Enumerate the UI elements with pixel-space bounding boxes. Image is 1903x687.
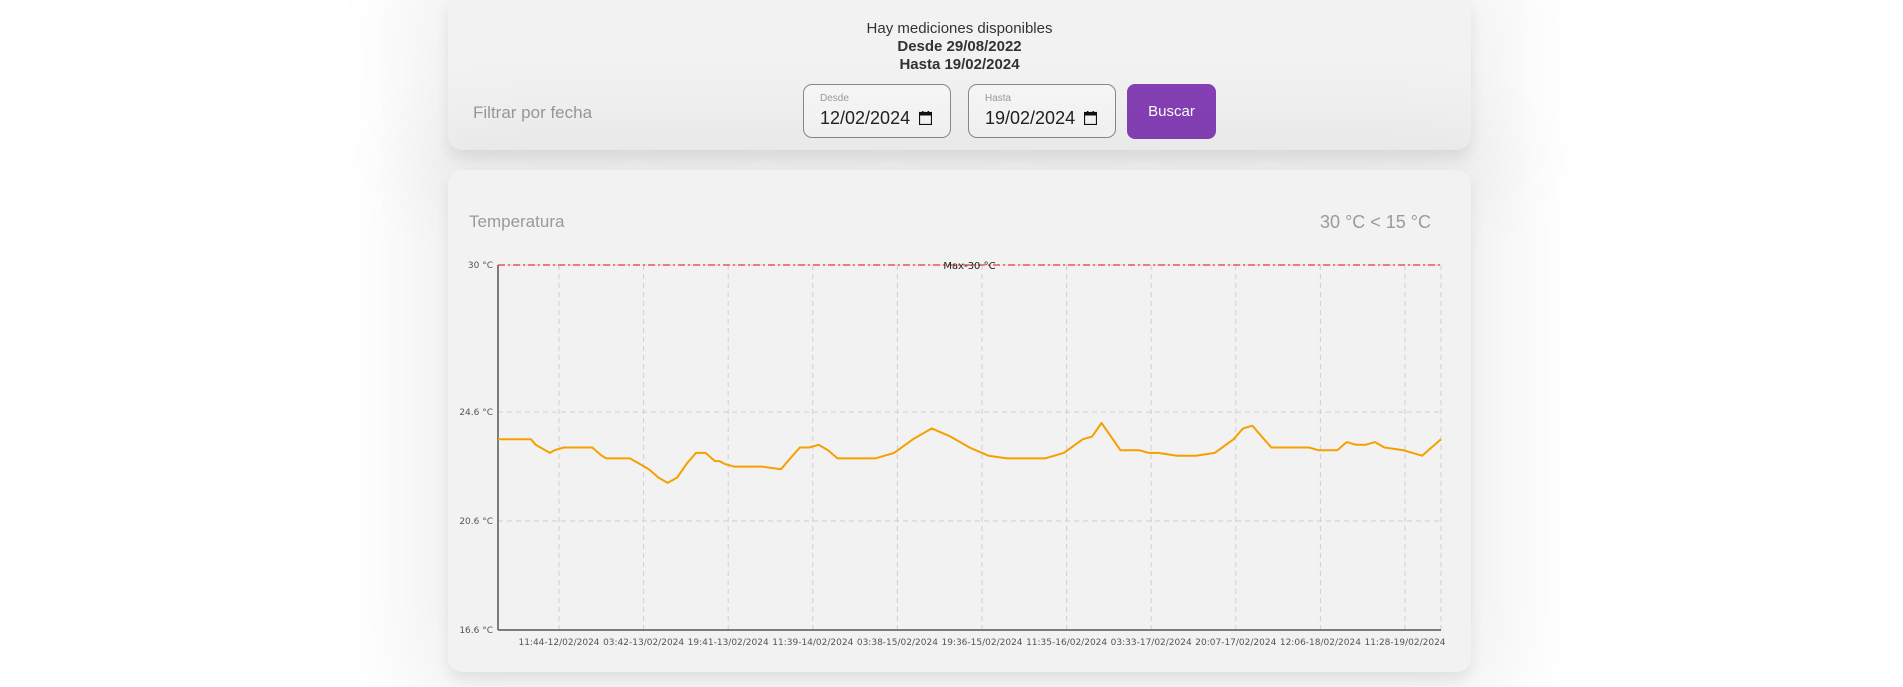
to-date-input[interactable]: Hasta 19/02/2024 [968,84,1116,138]
temperature-chart: 30 °C 24.6 °C 20.6 °C 16.6 °C 11:44-12/02/20… [459,261,1445,648]
x-tick-label: 11:28-19/02/2024 [1364,638,1445,648]
temperature-chart-card: Temperatura 30 °C < 15 °C 30 °C 24.6 °C 20… [448,170,1471,672]
filter-panel: Hay mediciones disponibles Desde 29/08/2… [448,0,1471,150]
from-date-input[interactable]: Desde 12/02/2024 [803,84,951,138]
y-tick-label: 24.6 °C [459,408,493,418]
x-tick-label: 12:06-18/02/2024 [1280,638,1361,648]
available-to: Hasta 19/02/2024 [899,56,1020,73]
search-button[interactable]: Buscar [1127,84,1216,139]
x-tick-label: 03:42-13/02/2024 [603,638,684,648]
available-measurements-info: Hay mediciones disponibles Desde 29/08/2… [448,20,1471,74]
calendar-icon[interactable] [919,111,932,125]
available-title: Hay mediciones disponibles [866,20,1053,37]
to-date-value: 19/02/2024 [985,108,1076,128]
y-tick-label: 20.6 °C [459,517,493,527]
from-date-label: Desde [820,93,849,104]
x-tick-label: 19:41-13/02/2024 [688,638,769,648]
x-tick-label: 19:36-15/02/2024 [941,638,1022,648]
filter-by-date-label: Filtrar por fecha [473,103,593,122]
x-tick-label: 03:33-17/02/2024 [1111,638,1192,648]
calendar-icon[interactable] [1084,111,1097,125]
available-from: Desde 29/08/2022 [897,38,1022,55]
x-tick-label: 11:35-16/02/2024 [1026,638,1107,648]
y-tick-label: 16.6 °C [459,626,493,636]
x-tick-label: 20:07-17/02/2024 [1195,638,1276,648]
y-tick-label: 30 °C [468,261,493,271]
temperature-series-line [498,422,1442,484]
max-threshold-label: Max-30 °C [943,261,995,272]
x-tick-label: 11:39-14/02/2024 [772,638,853,648]
x-tick-label: 11:44-12/02/2024 [518,638,599,648]
x-tick-label: 03:38-15/02/2024 [857,638,938,648]
from-date-value: 12/02/2024 [820,108,911,128]
to-date-label: Hasta [985,93,1012,104]
